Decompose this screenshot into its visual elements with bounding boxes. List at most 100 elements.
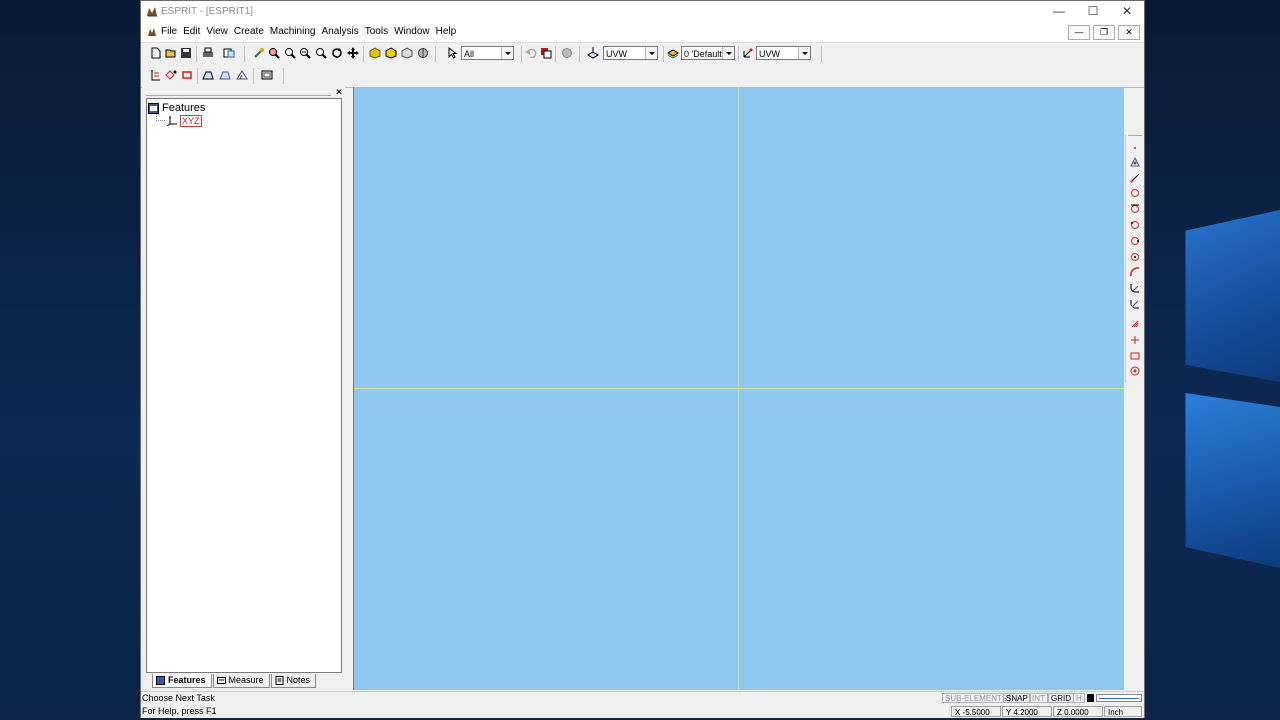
stop-icon[interactable] [561, 47, 573, 59]
window-title: ESPRIT - [ESPRIT1] [161, 6, 254, 17]
chamfer-icon[interactable] [1130, 299, 1140, 309]
circle-icon[interactable] [1130, 188, 1140, 198]
mdi-minimize-icon[interactable]: — [1068, 25, 1090, 40]
work-plane-dropdown[interactable]: UVW [603, 46, 658, 60]
selection-filter-dropdown[interactable]: All [461, 46, 514, 60]
trim-icon[interactable] [1130, 335, 1140, 345]
menu-machining[interactable]: Machining [270, 26, 316, 37]
hidden-lines-icon[interactable] [417, 47, 429, 59]
sub-elements-indicator[interactable]: SUB-ELEMENTS [942, 693, 1011, 703]
menu-file[interactable]: File [161, 26, 177, 37]
menu-view[interactable]: View [206, 26, 228, 37]
operation-manager-icon[interactable] [261, 69, 273, 81]
h-indicator[interactable]: H [1073, 693, 1085, 703]
project-manager-panel: ✕ Features XYZ Features Measure Notes [142, 87, 345, 690]
feature-rectangle-icon[interactable] [181, 69, 193, 81]
mdi-close-icon[interactable]: ✕ [1118, 25, 1140, 40]
circle-two-points-icon[interactable] [1130, 220, 1140, 230]
shaded-edges-icon[interactable] [385, 47, 397, 59]
features-folder-icon [148, 102, 159, 114]
feature-tree: Features XYZ [146, 98, 342, 673]
y-coordinate: Y 4.2000 [1002, 706, 1052, 717]
undo-icon[interactable] [525, 47, 537, 59]
selection-filter-value: All [464, 49, 475, 59]
circle-center-icon[interactable] [1130, 252, 1140, 262]
redraw-icon[interactable] [253, 47, 265, 59]
circle-tangent-icon[interactable] [1130, 204, 1140, 214]
zoom-out-icon[interactable] [299, 47, 311, 59]
status-bar: Choose Next Task SUB-ELEMENTS SNAP INT G… [141, 691, 1144, 705]
coordinate-system-icon[interactable] [742, 47, 754, 59]
point-dialog-icon[interactable] [1130, 157, 1140, 167]
tab-measure[interactable]: Measure [212, 674, 270, 688]
menu-window[interactable]: Window [394, 26, 430, 37]
line-style-selector[interactable] [1096, 694, 1142, 702]
zoom-in-icon[interactable] [284, 47, 296, 59]
second-plane-dropdown[interactable]: UVW [756, 46, 811, 60]
menu-analysis[interactable]: Analysis [321, 26, 358, 37]
menu-create[interactable]: Create [234, 26, 264, 37]
zoom-window-icon[interactable] [268, 47, 280, 59]
open-folder-icon[interactable] [165, 47, 177, 59]
tree-child-label: XYZ [180, 114, 202, 127]
zoom-fit-icon[interactable] [315, 47, 327, 59]
pan-icon[interactable] [347, 47, 359, 59]
pattern-icon[interactable] [1130, 319, 1140, 329]
save-icon[interactable] [180, 47, 192, 59]
layer-dropdown[interactable]: 0 'Default' [681, 46, 735, 60]
circle-three-points-icon[interactable] [1130, 236, 1140, 246]
turning-face-icon[interactable] [236, 69, 248, 81]
graphics-viewport[interactable] [353, 87, 1124, 690]
units-indicator: Inch [1104, 706, 1142, 717]
maximize-icon[interactable]: ☐ [1076, 1, 1110, 23]
notes-tab-icon [275, 676, 284, 685]
turning-profile-icon[interactable] [202, 69, 214, 81]
panel-grip[interactable] [146, 91, 331, 96]
title-bar[interactable]: ESPRIT - [ESPRIT1] — ☐ ✕ [141, 1, 1144, 23]
select-pointer-icon[interactable] [447, 47, 459, 59]
rotate-view-icon[interactable] [331, 47, 343, 59]
viewport-x-axis [354, 388, 1124, 389]
tree-item-xyz[interactable]: XYZ [156, 114, 202, 127]
arc-icon[interactable] [1130, 267, 1140, 277]
polygon-icon[interactable] [1130, 366, 1140, 376]
line-icon[interactable] [1130, 173, 1140, 183]
features-tab-icon [156, 676, 165, 685]
rectangle-icon[interactable] [1130, 351, 1140, 361]
tab-notes[interactable]: Notes [270, 674, 317, 688]
int-indicator[interactable]: INT [1029, 693, 1048, 703]
close-icon[interactable]: ✕ [1110, 1, 1144, 23]
new-file-icon[interactable] [150, 47, 162, 59]
minimize-icon[interactable]: — [1042, 1, 1076, 23]
work-plane-icon[interactable] [587, 47, 599, 59]
document-menu-icon[interactable] [147, 27, 157, 37]
feature-auto-chain-icon[interactable] [165, 69, 177, 81]
grid-indicator[interactable]: GRID [1048, 693, 1074, 703]
wireframe-icon[interactable] [401, 47, 413, 59]
mdi-restore-icon[interactable]: ❐ [1093, 25, 1115, 40]
layer-icon[interactable] [667, 47, 679, 59]
snap-indicator[interactable]: SNAP [1003, 693, 1031, 703]
menu-tools[interactable]: Tools [365, 26, 388, 37]
standard-toolbar: All UVW 0 'Default' UVW [141, 43, 1144, 66]
panel-close-icon[interactable]: ✕ [335, 88, 343, 97]
desktop-windows-logo-top [1185, 210, 1280, 382]
esprit-window: ESPRIT - [ESPRIT1] — ☐ ✕ File Edit View … [140, 0, 1145, 718]
chevron-down-icon [645, 47, 657, 59]
menu-bar: File Edit View Create Machining Analysis… [141, 23, 1144, 43]
feature-chain-icon[interactable] [150, 69, 162, 81]
measure-tab-icon [216, 677, 226, 684]
menu-edit[interactable]: Edit [183, 26, 200, 37]
tree-item-features[interactable]: Features [148, 102, 205, 114]
turning-groove-icon[interactable] [219, 69, 231, 81]
delete-selection-icon[interactable] [540, 47, 552, 59]
tab-features[interactable]: Features [152, 674, 212, 688]
print-preview-icon[interactable] [223, 47, 235, 59]
fillet-icon[interactable] [1130, 283, 1140, 293]
shaded-solid-icon[interactable] [369, 47, 381, 59]
color-swatch[interactable] [1087, 694, 1094, 702]
menu-help[interactable]: Help [436, 26, 457, 37]
point-icon[interactable] [1130, 143, 1140, 153]
work-plane-value: UVW [606, 49, 627, 59]
print-icon[interactable] [202, 47, 214, 59]
